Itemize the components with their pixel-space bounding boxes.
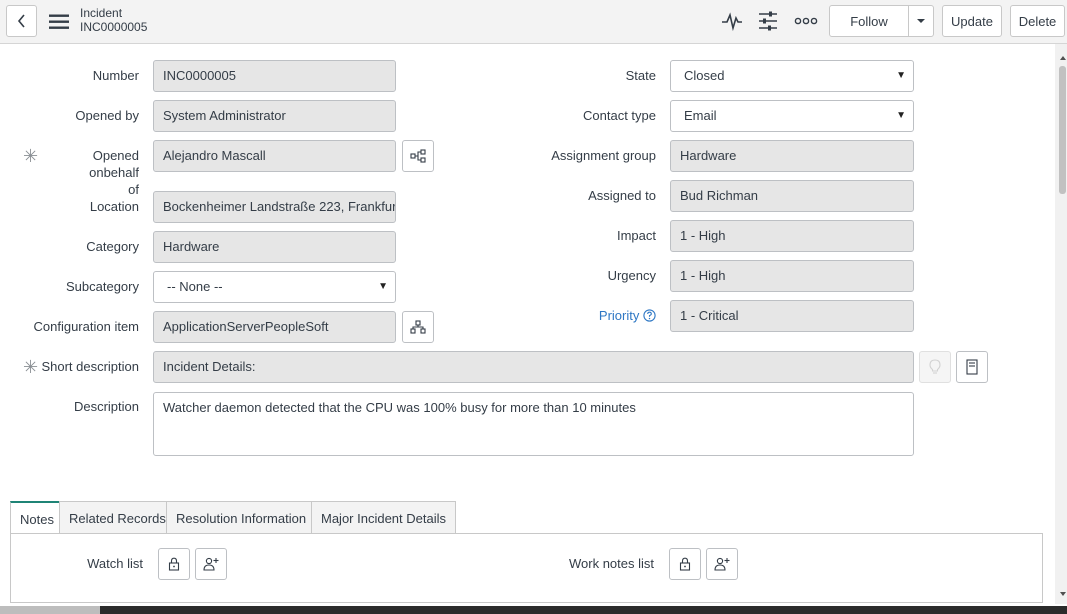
activity-icon[interactable] (720, 9, 744, 33)
help-icon[interactable] (643, 309, 656, 322)
more-icon[interactable] (794, 14, 818, 28)
impact-label: Impact (616, 228, 656, 243)
short-description-label: Short description (41, 359, 139, 374)
watch-list-lock-button[interactable] (158, 548, 190, 580)
location-field[interactable]: Bockenheimer Landstraße 223, Frankfurt (153, 191, 396, 223)
horizontal-scrollbar[interactable] (0, 606, 1067, 614)
scrollbar-thumb[interactable] (1059, 66, 1066, 194)
lightbulb-icon (929, 359, 941, 374)
hierarchy-icon (410, 149, 426, 163)
contact-type-label: Contact type (583, 108, 656, 123)
assignment-group-field[interactable]: Hardware (670, 140, 914, 172)
ci-map-icon (410, 320, 426, 334)
location-label: Location (89, 199, 139, 214)
contact-type-select[interactable]: Email ▼ (670, 100, 914, 132)
description-textarea[interactable]: Watcher daemon detected that the CPU was… (153, 392, 914, 456)
scroll-up-arrow-icon[interactable] (1059, 50, 1067, 60)
back-icon (17, 14, 25, 28)
form-header: Incident INC0000005 Follow Update Delete (0, 0, 1067, 44)
required-indicator: ✳ (23, 146, 39, 166)
assignment-group-label: Assignment group (551, 148, 656, 163)
priority-label-text: Priority (598, 308, 640, 323)
subcategory-label: Subcategory (66, 279, 139, 294)
form-title: Incident INC0000005 (80, 6, 147, 34)
suggestion-button[interactable] (919, 351, 951, 383)
urgency-label: Urgency (607, 268, 656, 283)
short-description-field[interactable]: Incident Details: (153, 351, 914, 383)
opened-by-field[interactable]: System Administrator (153, 100, 396, 132)
follow-button[interactable]: Follow (829, 5, 909, 37)
tab-notes[interactable]: Notes (10, 501, 64, 535)
lock-icon (168, 557, 180, 571)
impact-field[interactable]: 1 - High (670, 220, 914, 252)
urgency-field[interactable]: 1 - High (670, 260, 914, 292)
work-notes-list-add-me-button[interactable] (706, 548, 738, 580)
description-label: Description (73, 399, 139, 414)
watch-list-label: Watch list (87, 556, 143, 571)
tab-resolution-information[interactable]: Resolution Information (166, 501, 317, 534)
assigned-to-label: Assigned to (588, 188, 656, 203)
incident-form-page: Incident INC0000005 Follow Update Delete… (0, 0, 1067, 614)
subcategory-select[interactable]: -- None -- ▼ (153, 271, 396, 303)
configuration-item-field[interactable]: ApplicationServerPeopleSoft (153, 311, 396, 343)
configuration-item-label: Configuration item (33, 319, 140, 334)
watch-list-add-me-button[interactable] (195, 548, 227, 580)
back-button[interactable] (6, 5, 37, 37)
dropdown-caret-icon (917, 19, 925, 23)
form-table-name: Incident (80, 6, 123, 20)
lock-icon (679, 557, 691, 571)
opened-by-label: Opened by (75, 108, 139, 123)
contact-type-selected-value: Email (684, 108, 717, 123)
sliders-icon[interactable] (756, 9, 780, 33)
add-user-icon (203, 557, 219, 571)
follow-dropdown-button[interactable] (908, 5, 934, 37)
opened-onbehalf-label: Opened onbehalf of (40, 147, 139, 198)
update-button[interactable]: Update (942, 5, 1002, 37)
select-caret-icon: ▼ (896, 70, 906, 81)
work-notes-list-label: Work notes list (568, 556, 654, 571)
category-field[interactable]: Hardware (153, 231, 396, 263)
tab-major-incident-details[interactable]: Major Incident Details (311, 501, 456, 534)
category-label: Category (86, 239, 139, 254)
opened-onbehalf-field[interactable]: Alejandro Mascall (153, 140, 396, 172)
work-notes-list-lock-button[interactable] (669, 548, 701, 580)
menu-icon[interactable] (48, 13, 70, 31)
form-record-number: INC0000005 (80, 20, 148, 34)
show-related-button[interactable] (402, 140, 434, 172)
knowledge-search-button[interactable] (956, 351, 988, 383)
subcategory-selected-value: -- None -- (167, 279, 223, 294)
tab-related-records[interactable]: Related Records (59, 501, 176, 534)
state-selected-value: Closed (684, 68, 725, 83)
required-indicator: ✳ (23, 357, 39, 377)
opened-onbehalf-label-line2: of (128, 182, 139, 197)
assigned-to-field[interactable]: Bud Richman (670, 180, 914, 212)
horizontal-scrollbar-thumb[interactable] (0, 606, 100, 614)
show-ci-map-button[interactable] (402, 311, 434, 343)
add-user-icon (714, 557, 730, 571)
number-field[interactable]: INC0000005 (153, 60, 396, 92)
number-label: Number (92, 68, 139, 83)
select-caret-icon: ▼ (896, 110, 906, 121)
state-select[interactable]: Closed ▼ (670, 60, 914, 92)
delete-button[interactable]: Delete (1010, 5, 1065, 37)
select-caret-icon: ▼ (378, 281, 388, 292)
book-icon (966, 359, 978, 375)
scroll-down-arrow-icon[interactable] (1059, 586, 1067, 596)
priority-label[interactable]: Priority (500, 307, 656, 324)
opened-onbehalf-label-line1: Opened onbehalf (89, 148, 139, 180)
priority-field[interactable]: 1 - Critical (670, 300, 914, 332)
state-label: State (625, 68, 656, 83)
